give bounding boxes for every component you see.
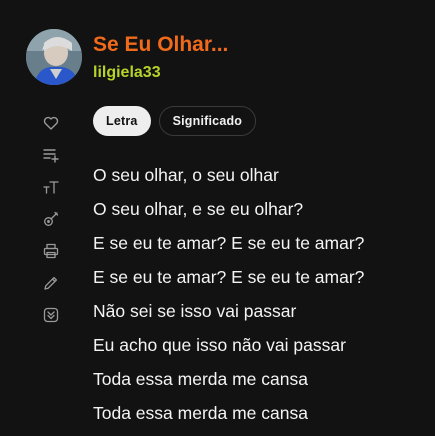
heart-icon[interactable] [42,114,60,132]
lyrics-tabs: Letra Significado [93,106,257,136]
guitar-icon[interactable] [42,210,60,228]
lyrics-body: O seu olhar, o seu olhar O seu olhar, e … [93,164,364,436]
lyric-line: E se eu te amar? E se eu te amar? [93,267,365,287]
artist-name[interactable]: lilgiela33 [93,64,161,82]
add-to-playlist-icon[interactable] [42,146,60,164]
lyric-line: O seu olhar, o seu olhar [93,165,279,185]
edit-icon[interactable] [42,274,60,292]
tab-letra[interactable]: Letra [93,106,151,136]
print-icon[interactable] [42,242,60,260]
song-title: Se Eu Olhar... [93,33,229,56]
lyric-line: Não sei se isso vai passar [93,301,297,321]
lyric-line: E se eu te amar? E se eu te amar? [93,233,365,253]
lyric-line: Toda essa merda me cansa [93,369,308,389]
scroll-down-icon[interactable] [42,306,60,324]
lyric-line: Toda essa merda me cansa [93,403,308,423]
avatar[interactable] [26,29,82,85]
lyric-line: O seu olhar, e se eu olhar? [93,199,304,219]
text-size-icon[interactable] [42,178,60,196]
lyric-line: Eu acho que isso não vai passar [93,335,346,355]
tab-significado[interactable]: Significado [158,106,257,136]
